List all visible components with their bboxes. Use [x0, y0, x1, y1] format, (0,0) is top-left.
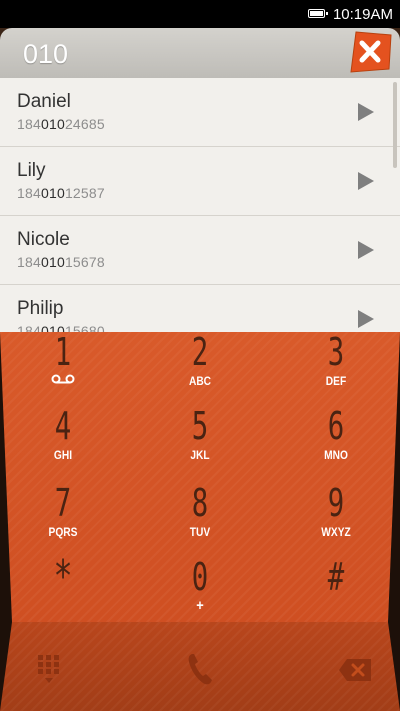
key-0[interactable]: 0 +	[150, 555, 250, 622]
key-hash[interactable]: #	[286, 555, 386, 622]
phone-icon	[188, 654, 212, 685]
key-9[interactable]: 9 WXYZ	[286, 483, 386, 557]
key-letters: DEF	[325, 374, 347, 388]
key-digit: 2	[191, 330, 209, 374]
contact-number: 18401024685	[17, 116, 105, 132]
number-match: 010	[40, 116, 65, 132]
key-letters: PQRS	[48, 525, 78, 539]
keypad-action-bar	[0, 622, 400, 711]
key-4[interactable]: 4 GHI	[13, 406, 113, 480]
contact-name: Daniel	[17, 91, 71, 112]
key-letters: MNO	[324, 448, 348, 462]
dial-search-header: 010	[0, 28, 400, 79]
play-arrow-icon[interactable]	[358, 172, 374, 190]
list-item[interactable]: Daniel 18401024685	[0, 78, 400, 147]
clear-button[interactable]	[348, 31, 392, 73]
status-time: 10:19AM	[332, 6, 393, 23]
voicemail-icon	[51, 374, 75, 384]
contact-name: Nicole	[17, 229, 70, 250]
key-digit: *	[53, 551, 73, 602]
key-8[interactable]: 8 TUV	[150, 483, 250, 557]
key-digit: 7	[54, 481, 72, 525]
status-bar: 10:19AM	[0, 0, 400, 28]
number-prefix: 184	[17, 116, 41, 132]
key-letters: TUV	[189, 525, 211, 539]
key-digit: 0	[191, 555, 209, 599]
number-prefix: 184	[17, 254, 41, 270]
key-1[interactable]: 1	[13, 332, 113, 406]
contact-number: 18401012587	[17, 185, 105, 201]
number-suffix: 15680	[64, 323, 105, 332]
key-5[interactable]: 5 JKL	[150, 406, 250, 480]
contact-name: Lily	[17, 160, 46, 181]
number-match: 010	[40, 254, 65, 270]
play-arrow-icon[interactable]	[358, 310, 374, 328]
key-digit: 5	[191, 404, 209, 448]
contact-number: 18401015680	[17, 323, 105, 332]
key-letters: ABC	[188, 374, 212, 388]
keypad-toggle-button[interactable]	[37, 654, 61, 686]
call-button[interactable]	[186, 652, 214, 686]
key-3[interactable]: 3 DEF	[286, 332, 386, 406]
contact-results-list[interactable]: Daniel 18401024685 Lily 18401012587 Nico…	[0, 78, 400, 332]
key-6[interactable]: 6 MNO	[286, 406, 386, 480]
close-icon	[350, 31, 392, 73]
list-item[interactable]: Philip 18401015680	[0, 285, 400, 332]
number-suffix: 24685	[64, 116, 105, 132]
key-letters: JKL	[190, 448, 210, 462]
backspace-button[interactable]	[338, 658, 372, 682]
dialed-number: 010	[23, 39, 69, 69]
key-digit: 1	[54, 330, 72, 374]
key-7[interactable]: 7 PQRS	[13, 483, 113, 557]
keypad-toggle-icon	[38, 655, 59, 683]
contact-number: 18401015678	[17, 254, 105, 270]
key-letters: WXYZ	[321, 525, 351, 539]
number-prefix: 184	[17, 185, 41, 201]
list-item[interactable]: Lily 18401012587	[0, 147, 400, 216]
key-letters: GHI	[53, 448, 73, 462]
play-arrow-icon[interactable]	[358, 103, 374, 121]
key-star[interactable]: *	[13, 551, 113, 622]
key-digit: 9	[327, 481, 345, 525]
key-digit: 6	[327, 404, 345, 448]
number-match: 010	[40, 185, 65, 201]
number-suffix: 12587	[64, 185, 105, 201]
dial-keypad: 1 2 ABC 3 DEF 4 GHI 5 JKL 6 MNO 7 PQRS 8…	[0, 332, 400, 711]
battery-full-icon	[308, 9, 328, 18]
backspace-icon	[339, 659, 371, 681]
key-2[interactable]: 2 ABC	[150, 332, 250, 406]
key-digit: 4	[54, 404, 72, 448]
keypad-face: 1 2 ABC 3 DEF 4 GHI 5 JKL 6 MNO 7 PQRS 8…	[0, 332, 400, 622]
key-digit: 8	[191, 481, 209, 525]
contact-name: Philip	[17, 298, 64, 319]
number-prefix: 184	[17, 323, 41, 332]
dialer-app: 010 Daniel 18401024685 Lily 18401012587 …	[0, 28, 400, 711]
number-suffix: 15678	[64, 254, 105, 270]
list-item[interactable]: Nicole 18401015678	[0, 216, 400, 285]
play-arrow-icon[interactable]	[358, 241, 374, 259]
key-letters: +	[196, 597, 204, 614]
scrollbar[interactable]	[393, 82, 397, 168]
key-digit: 3	[327, 330, 345, 374]
key-digit: #	[327, 555, 345, 599]
number-match: 010	[40, 323, 65, 332]
